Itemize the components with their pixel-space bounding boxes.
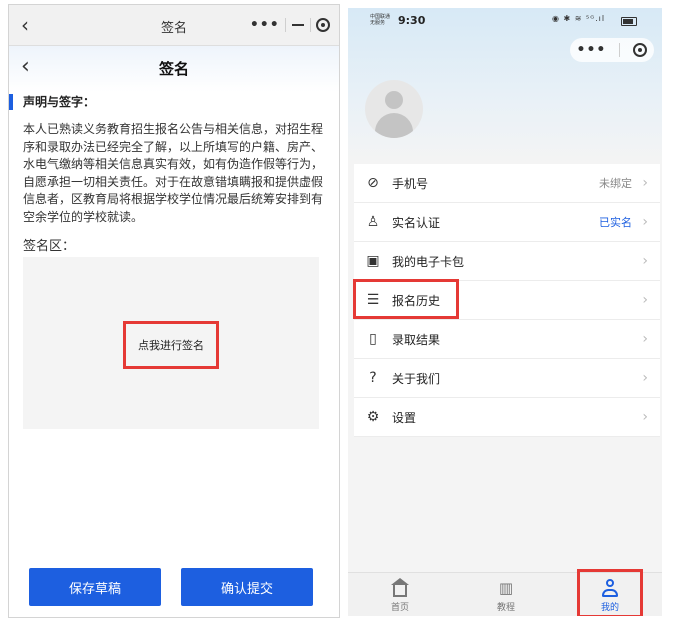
- close-target-icon[interactable]: [633, 43, 648, 57]
- tab-label: 首页: [390, 603, 409, 613]
- page-header: ‹ 签名: [9, 46, 339, 92]
- chevron-right-icon: ›: [642, 409, 648, 425]
- sign-area-label: 签名区：: [23, 239, 76, 254]
- status-time: 9:30: [398, 14, 426, 27]
- avatar-head-shape: [385, 91, 403, 109]
- menu-item-value: 已实名: [599, 216, 632, 229]
- gear-icon: ⚙: [366, 409, 380, 425]
- menu-item-real-name[interactable]: ♙ 实名认证 已实名 ›: [354, 203, 660, 242]
- profile-screen: 中国联通 无服务 9:30 ◉ ✱ ≋ ⁵ᴳ.ıl ••• ⊘ 手机号 未绑定 …: [348, 8, 662, 616]
- chevron-right-icon: ›: [642, 175, 648, 191]
- battery-icon: [621, 17, 637, 26]
- declaration-title: 声明与签字：: [23, 95, 96, 109]
- minimize-icon[interactable]: [291, 24, 304, 26]
- menu-item-label: 手机号: [392, 176, 429, 191]
- question-icon: ?: [369, 370, 377, 386]
- carrier-status: 无服务: [370, 20, 386, 26]
- menu-item-card-wallet[interactable]: ▣ 我的电子卡包 ›: [354, 242, 660, 281]
- book-open-icon: ▥: [498, 579, 514, 597]
- capsule-divider: [285, 18, 287, 32]
- chevron-right-icon: ›: [642, 370, 648, 386]
- status-icons: ◉ ✱ ≋ ⁵ᴳ.ıl: [552, 14, 606, 23]
- page-title: 签名: [158, 60, 189, 78]
- menu-item-label: 录取结果: [392, 332, 441, 347]
- menu-item-label: 实名认证: [392, 215, 441, 230]
- capsule-divider: [309, 18, 311, 32]
- home-icon: [391, 577, 409, 598]
- confirm-submit-button[interactable]: 确认提交: [181, 568, 313, 606]
- close-target-icon[interactable]: [316, 18, 331, 32]
- chevron-right-icon: ›: [642, 331, 648, 347]
- card-icon: ▣: [366, 253, 380, 269]
- declaration-text: 本人已熟读义务教育招生报名公告与相关信息，对招生程序和录取办法已经完全了解，以上…: [23, 122, 324, 224]
- avatar[interactable]: [365, 80, 423, 138]
- tap-to-sign-button[interactable]: 点我进行签名: [123, 321, 219, 369]
- save-draft-button[interactable]: 保存草稿: [29, 568, 161, 606]
- menu-item-settings[interactable]: ⚙ 设置 ›: [354, 398, 660, 437]
- menu-item-about-us[interactable]: ? 关于我们 ›: [354, 359, 660, 398]
- chevron-right-icon: ›: [642, 214, 648, 230]
- menu-item-phone[interactable]: ⊘ 手机号 未绑定 ›: [354, 164, 660, 203]
- user-verify-icon: ♙: [366, 214, 380, 230]
- mini-program-nav-bar: ‹ 签名 •••: [9, 5, 339, 46]
- sign-screen: ‹ 签名 ••• ‹ 签名 声明与签字： 本人已熟读义务教育招生报名公告与相关信…: [8, 4, 340, 618]
- more-dots-icon[interactable]: •••: [250, 18, 280, 32]
- menu-item-label: 关于我们: [392, 371, 441, 386]
- tab-label: 教程: [496, 603, 515, 613]
- menu-item-value: 未绑定: [599, 177, 632, 190]
- more-dots-icon[interactable]: •••: [577, 43, 607, 57]
- chevron-right-icon: ›: [642, 292, 648, 308]
- section-accent-bar: [9, 94, 13, 110]
- capsule-menu: •••: [570, 38, 654, 62]
- carrier-label: 中国联通 无服务: [370, 14, 390, 26]
- avatar-body-shape: [375, 113, 413, 138]
- highlight-box-registration-history: [353, 279, 459, 319]
- chevron-right-icon: ›: [642, 253, 648, 269]
- tab-home[interactable]: 首页: [370, 577, 430, 613]
- menu-item-admission-result[interactable]: ▯ 录取结果 ›: [354, 320, 660, 359]
- highlight-box-mine-tab: [577, 569, 643, 616]
- book-icon: ▯: [369, 331, 377, 347]
- phone-slash-icon: ⊘: [367, 175, 379, 191]
- menu-item-label: 我的电子卡包: [392, 254, 465, 269]
- menu-item-label: 设置: [392, 410, 417, 425]
- capsule-menu: •••: [247, 13, 333, 37]
- tab-tutorial[interactable]: ▥ 教程: [476, 578, 536, 613]
- capsule-divider: [619, 43, 621, 57]
